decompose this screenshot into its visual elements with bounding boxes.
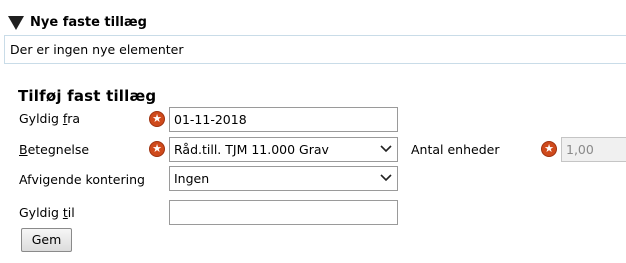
required-star-icon: ★ xyxy=(149,111,165,127)
section-header[interactable]: Nye faste tillæg xyxy=(8,12,147,32)
afvigende-kontering-label: Afvigende kontering xyxy=(19,172,145,187)
antal-enheder-label: Antal enheder xyxy=(411,142,500,157)
required-star-icon: ★ xyxy=(149,141,165,157)
collapse-triangle-icon[interactable] xyxy=(8,15,24,30)
gyldig-til-input[interactable] xyxy=(169,200,398,225)
section-title: Nye faste tillæg xyxy=(30,14,147,30)
gyldig-fra-input[interactable]: 01-11-2018 xyxy=(169,107,398,132)
empty-message: Der er ingen nye elementer xyxy=(10,42,184,57)
gyldig-til-label: Gyldig til xyxy=(19,205,75,220)
save-button[interactable]: Gem xyxy=(21,228,72,252)
chevron-down-icon xyxy=(380,145,392,153)
betegnelse-label: Betegnelse xyxy=(19,142,90,157)
form-title: Tilføj fast tillæg xyxy=(18,87,157,105)
antal-enheder-input: 1,00 xyxy=(561,137,626,162)
empty-message-box: Der er ingen nye elementer xyxy=(4,35,626,64)
gyldig-fra-label: Gyldig fra xyxy=(19,111,81,126)
betegnelse-select[interactable]: Råd.till. TJM 11.000 Grav xyxy=(169,137,398,162)
required-star-icon: ★ xyxy=(541,141,557,157)
afvigende-kontering-select[interactable]: Ingen xyxy=(169,166,398,191)
chevron-down-icon xyxy=(380,174,392,182)
